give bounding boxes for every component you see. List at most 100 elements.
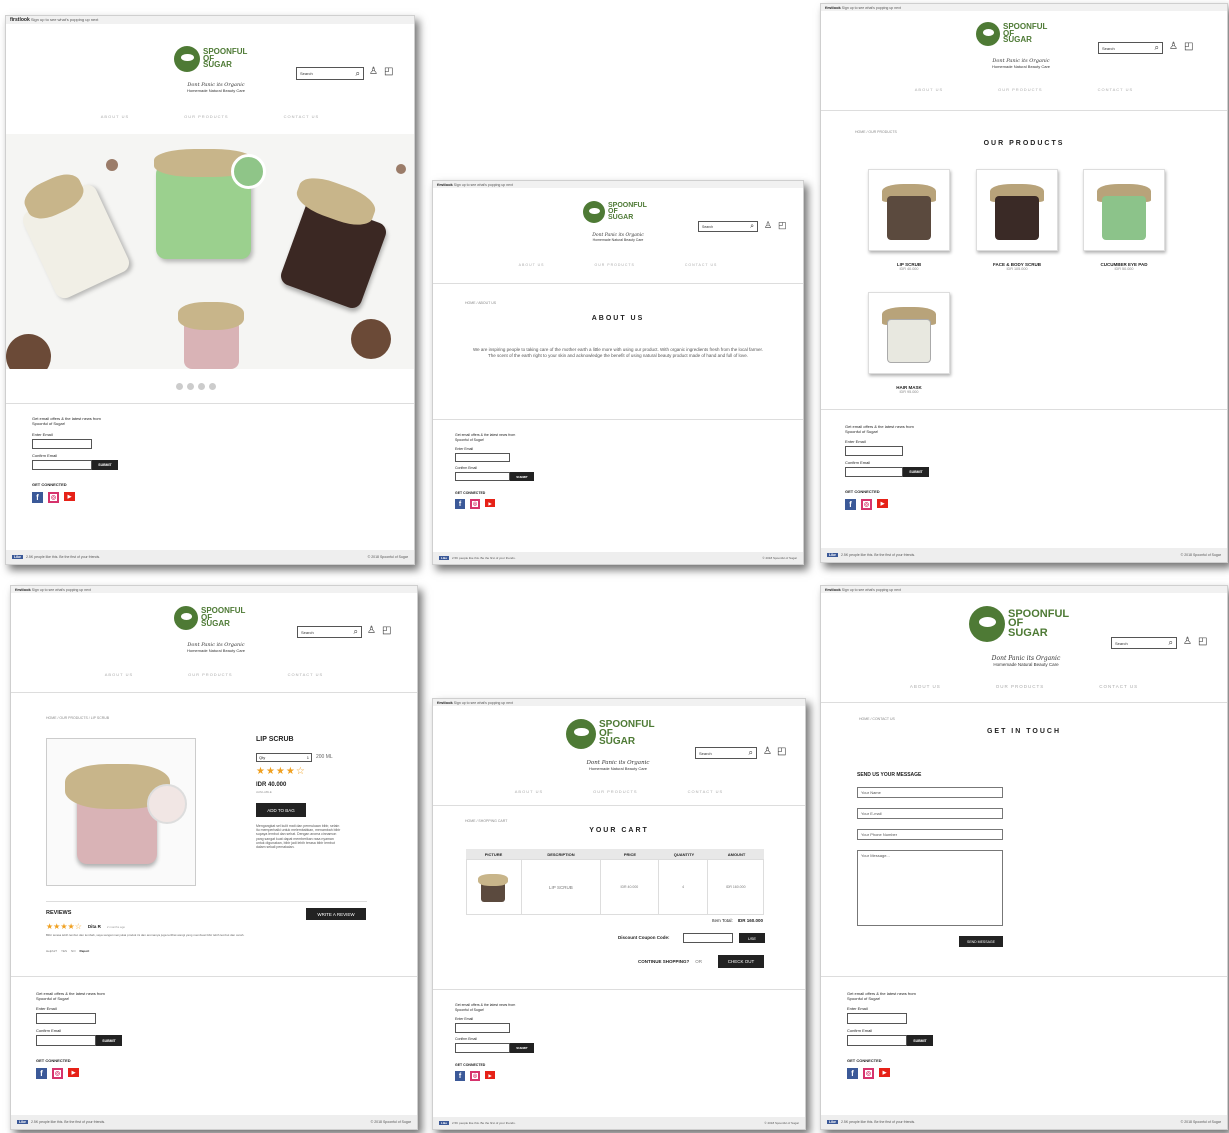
nav-products[interactable]: OUR PRODUCTS — [184, 114, 228, 119]
user-icon[interactable]: ♙ — [764, 220, 772, 231]
bag-icon[interactable]: ◰ — [778, 220, 787, 231]
search-icon[interactable]: ⌕ — [750, 223, 754, 231]
product-label[interactable]: CUCUMBER EYE PAD IDR 50.000 — [1073, 262, 1175, 272]
submit-button[interactable]: SUBMIT — [92, 460, 118, 471]
user-icon[interactable]: ♙ — [369, 66, 378, 77]
confirm-email-input[interactable] — [32, 460, 92, 471]
helpful-no[interactable]: NO — [71, 949, 76, 953]
product-card[interactable] — [868, 292, 950, 374]
nav-about[interactable]: ABOUT US — [519, 263, 545, 267]
breadcrumb[interactable]: HOME / OUR PRODUCTS / LIP SCRUB — [46, 716, 109, 720]
logo[interactable]: SPOONFUL OF SUGAR — [174, 46, 247, 72]
user-icon[interactable]: ♙ — [1183, 636, 1192, 647]
carousel-dot[interactable] — [198, 383, 205, 390]
youtube-icon[interactable]: ▶ — [64, 492, 75, 502]
submit-button[interactable]: SUBMIT — [510, 472, 534, 482]
user-icon[interactable]: ♙ — [1169, 41, 1178, 52]
user-icon[interactable]: ♙ — [763, 746, 772, 757]
nav-products[interactable]: OUR PRODUCTS — [998, 87, 1042, 92]
search-icon[interactable]: ⌕ — [1155, 43, 1159, 53]
nav-contact[interactable]: CONTACT US — [288, 672, 324, 677]
bag-icon[interactable]: ◰ — [1198, 636, 1207, 647]
bag-icon[interactable]: ◰ — [1184, 41, 1193, 52]
youtube-icon[interactable]: ▶ — [877, 499, 888, 509]
continue-shopping-link[interactable]: CONTINUE SHOPPING? — [638, 959, 689, 964]
rating-stars[interactable]: ★★★★☆ — [256, 766, 306, 777]
product-card[interactable] — [868, 169, 950, 251]
email-field[interactable]: Your E-mail — [857, 808, 1003, 819]
logo[interactable]: SPOONFUL OF SUGAR — [566, 719, 655, 749]
add-to-bag-button[interactable]: ADD TO BAG — [256, 803, 306, 817]
helpful-yes[interactable]: YES — [61, 949, 67, 953]
bag-icon[interactable]: ◰ — [382, 625, 391, 636]
instagram-icon[interactable]: ◎ — [470, 1071, 480, 1082]
submit-button[interactable]: SUBMIT — [907, 1035, 933, 1047]
enter-email-input[interactable] — [455, 1023, 510, 1034]
logo[interactable]: SPOONFUL OF SUGAR — [969, 606, 1069, 642]
search-input[interactable]: Search ⌕ — [1098, 42, 1163, 54]
submit-button[interactable]: SUBMIT — [510, 1043, 534, 1054]
youtube-icon[interactable]: ▶ — [68, 1068, 79, 1078]
bag-icon[interactable]: ◰ — [777, 746, 786, 757]
enter-email-input[interactable] — [847, 1013, 907, 1025]
name-field[interactable]: Your Name — [857, 787, 1003, 798]
search-input[interactable]: Search ⌕ — [695, 747, 757, 759]
youtube-icon[interactable]: ▶ — [485, 499, 495, 508]
fb-like-button[interactable]: Like — [12, 555, 24, 559]
breadcrumb[interactable]: HOME / ABOUT US — [465, 301, 496, 305]
breadcrumb[interactable]: HOME / CONTACT US — [859, 717, 895, 721]
nav-contact[interactable]: CONTACT US — [1099, 684, 1138, 689]
enter-email-input[interactable] — [32, 439, 92, 450]
facebook-icon[interactable]: f — [455, 499, 465, 510]
instagram-icon[interactable]: ◎ — [861, 499, 872, 511]
enter-email-input[interactable] — [455, 453, 510, 463]
product-label[interactable]: LIP SCRUB IDR 40.000 — [868, 262, 950, 272]
nav-contact[interactable]: CONTACT US — [688, 789, 724, 794]
search-icon[interactable]: ⌕ — [354, 627, 358, 637]
qty-field[interactable]: Qty 1 — [256, 753, 312, 762]
cart-item-picture[interactable] — [467, 860, 522, 914]
logo[interactable]: SPOONFUL OF SUGAR — [174, 606, 245, 630]
product-card[interactable] — [1083, 169, 1165, 251]
confirm-email-input[interactable] — [847, 1035, 907, 1047]
search-icon[interactable]: ⌕ — [749, 748, 753, 758]
nav-products[interactable]: OUR PRODUCTS — [996, 684, 1045, 689]
nav-contact[interactable]: CONTACT US — [685, 263, 717, 267]
carousel-dot[interactable] — [187, 383, 194, 390]
nav-about[interactable]: ABOUT US — [105, 672, 133, 677]
instagram-icon[interactable]: ◎ — [863, 1068, 874, 1080]
search-input[interactable]: Search ⌕ — [1111, 637, 1177, 649]
logo[interactable]: SPOONFUL OF SUGAR — [976, 22, 1047, 46]
facebook-icon[interactable]: f — [847, 1068, 858, 1080]
nav-contact[interactable]: CONTACT US — [284, 114, 320, 119]
phone-field[interactable]: Your Phone Number — [857, 829, 1003, 840]
facebook-icon[interactable]: f — [845, 499, 856, 511]
search-icon[interactable]: ⌕ — [1169, 638, 1173, 648]
fb-like-button[interactable]: Like — [17, 1120, 29, 1124]
search-input[interactable]: Search ⌕ — [296, 67, 364, 80]
submit-button[interactable]: SUBMIT — [96, 1035, 122, 1047]
facebook-icon[interactable]: f — [36, 1068, 47, 1080]
fb-like-button[interactable]: Like — [827, 553, 839, 557]
instagram-icon[interactable]: ◎ — [470, 499, 480, 510]
coupon-input[interactable] — [683, 933, 733, 943]
product-card[interactable] — [976, 169, 1058, 251]
search-input[interactable]: Search ⌕ — [297, 626, 362, 638]
logo[interactable]: SPOONFUL OF SUGAR — [583, 201, 647, 223]
facebook-icon[interactable]: f — [32, 492, 43, 504]
nav-about[interactable]: ABOUT US — [910, 684, 941, 689]
product-label[interactable]: HAIR MASK IDR 95.000 — [868, 385, 950, 395]
search-icon[interactable]: ⌕ — [356, 69, 360, 79]
youtube-icon[interactable]: ▶ — [485, 1071, 495, 1080]
enter-email-input[interactable] — [845, 446, 903, 457]
user-icon[interactable]: ♙ — [367, 625, 376, 636]
instagram-icon[interactable]: ◎ — [52, 1068, 63, 1080]
send-message-button[interactable]: SEND MESSAGE — [959, 936, 1003, 947]
confirm-email-input[interactable] — [845, 467, 903, 478]
nav-about[interactable]: ABOUT US — [515, 789, 543, 794]
nav-about[interactable]: ABOUT US — [101, 114, 129, 119]
bag-icon[interactable]: ◰ — [384, 66, 393, 77]
nav-contact[interactable]: CONTACT US — [1098, 87, 1134, 92]
nav-products[interactable]: OUR PRODUCTS — [593, 789, 637, 794]
message-field[interactable]: Your Message... — [857, 850, 1003, 926]
